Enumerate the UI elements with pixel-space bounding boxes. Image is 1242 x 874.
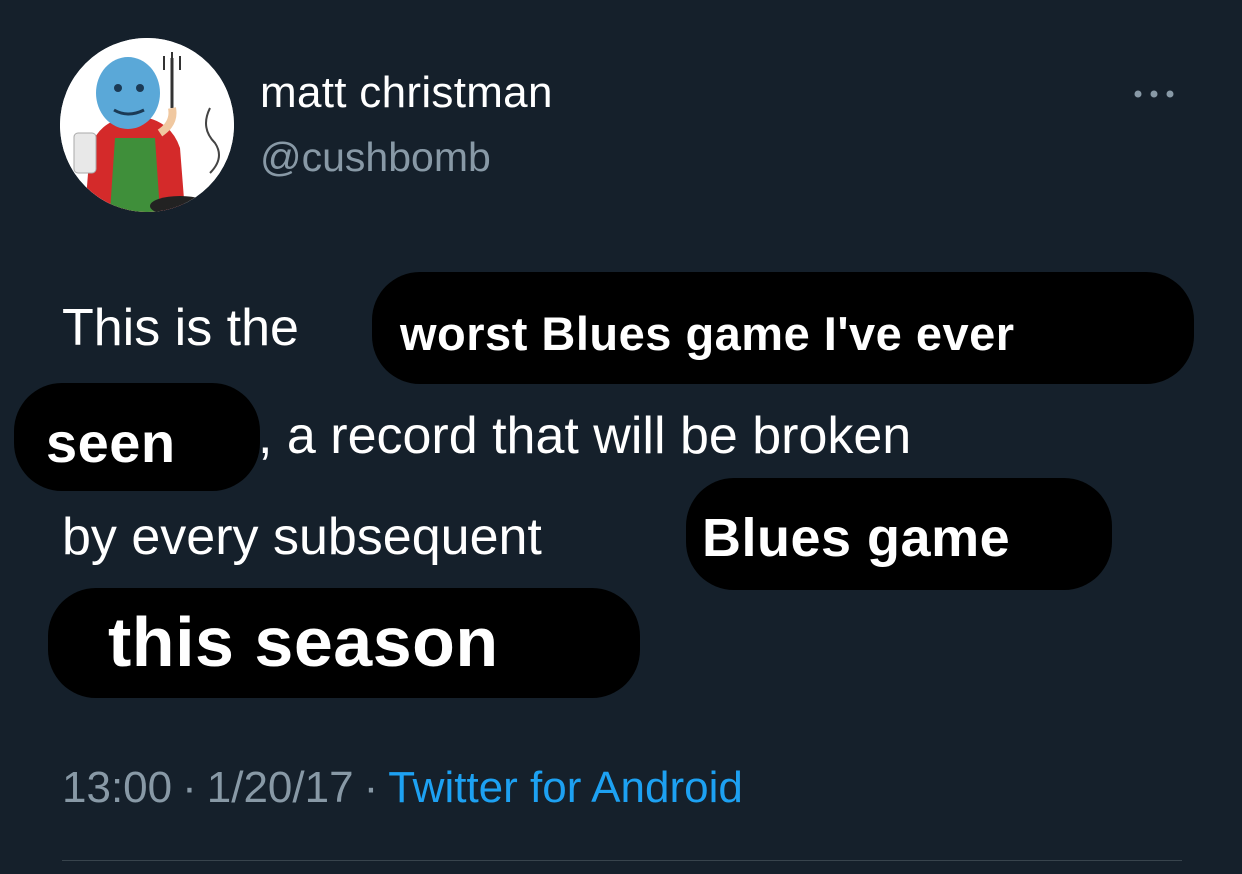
divider [62,860,1182,861]
avatar[interactable] [60,38,234,212]
ellipsis-horizontal-icon[interactable] [1128,82,1180,106]
redaction-text: Blues game [702,508,1011,568]
tweet-source-link[interactable]: Twitter for Android [388,763,743,812]
tweet-time[interactable]: 13:00 [62,763,172,812]
tweet: matt christman @cushbomb This is the wor… [0,0,1242,874]
redaction-text: worst Blues game I've ever [400,307,1015,360]
redaction-text: this season [108,603,499,681]
tweet-text-line2: , a record that will be broken [258,407,912,465]
separator: · [182,763,197,812]
tweet-text-line3: by every subsequent [62,508,542,566]
separator: · [363,763,379,812]
redaction-text: seen [46,411,176,474]
tweet-text-line1: This is the [62,299,299,357]
user-handle[interactable]: @cushbomb [260,134,491,181]
display-name[interactable]: matt christman [260,68,553,118]
tweet-date[interactable]: 1/20/17 [207,763,354,812]
avatar-illustration [60,38,234,212]
tweet-meta: 13:00 · 1/20/17 · Twitter for Android [62,763,743,813]
